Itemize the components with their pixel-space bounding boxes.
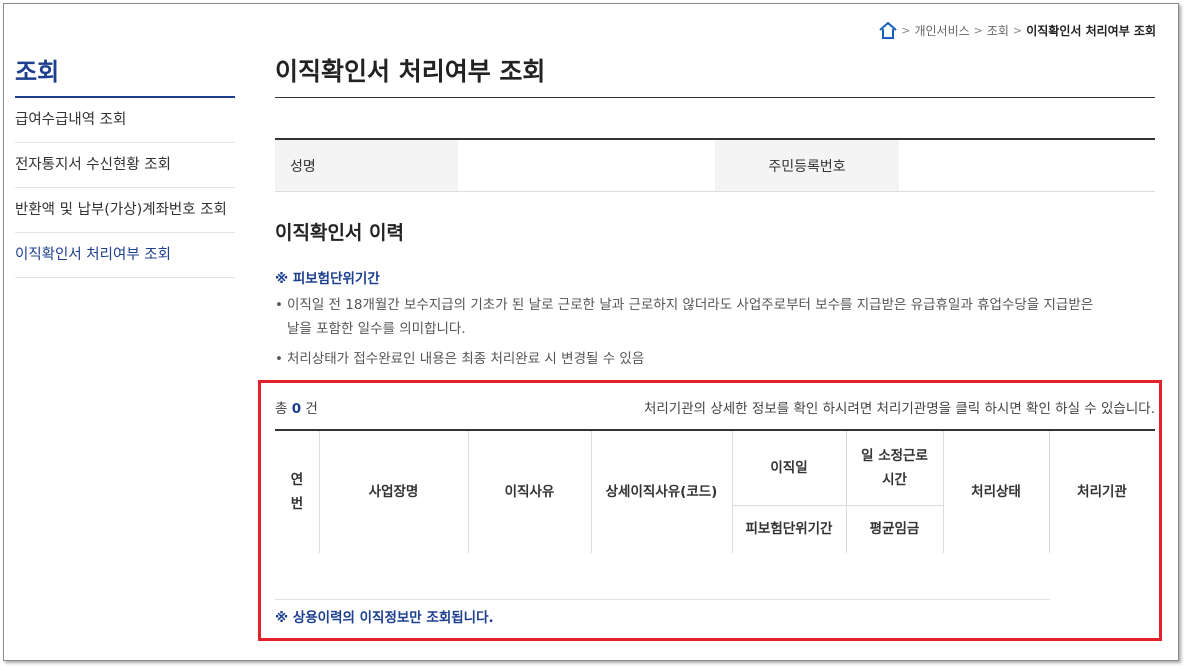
sidebar: 조회 급여수급내역 조회 전자통지서 수신현황 조회 반환액 및 납부(가상)계… (15, 56, 235, 278)
note-heading: ※ 피보험단위기간 (275, 271, 380, 287)
count-number: 0 (291, 401, 302, 417)
col-header-reason: 이직사유 (504, 484, 555, 500)
chevron-right-icon: > (973, 24, 983, 37)
sidebar-item-benefit-history[interactable]: 급여수급내역 조회 (15, 98, 235, 143)
count-suffix: 건 (305, 401, 318, 417)
personal-info-table: 성명 주민등록번호 (275, 138, 1155, 192)
sidebar-menu: 급여수급내역 조회 전자통지서 수신현황 조회 반환액 및 납부(가상)계좌번호… (15, 98, 235, 278)
breadcrumb: > 개인서비스 > 조회 > 이직확인서 처리여부 조회 (879, 21, 1156, 39)
sidebar-item-e-notice[interactable]: 전자통지서 수신현황 조회 (15, 143, 235, 188)
col-header-avg-wage: 평균임금 (869, 521, 920, 537)
col-header-agency: 처리기관 (1077, 484, 1127, 500)
col-header-no: 연 번 (290, 472, 304, 512)
col-header-company: 사업장명 (368, 484, 419, 500)
result-hint: 처리기관의 상세한 정보를 확인 하시려면 처리기관명을 클릭 하시면 확인 하… (643, 401, 1155, 417)
col-header-status: 처리상태 (971, 484, 1021, 500)
sidebar-item-refund-account[interactable]: 반환액 및 납부(가상)계좌번호 조회 (15, 188, 235, 233)
note-bullet-status: 처리상태가 접수완료인 내용은 최종 처리완료 시 변경될 수 있음 (275, 347, 1155, 371)
note-bullet-insured-period: 이직일 전 18개월간 보수지급의 기초가 된 날로 근로한 날과 근로하지 않… (275, 293, 1155, 341)
col-header-leave-date: 이직일 (770, 460, 808, 476)
name-label: 성명 (275, 140, 458, 191)
rrn-value (899, 140, 1155, 191)
history-table-header: 연 번 사업장명 이직사유 상세이직사유(코드) 이직일 일 소정근로 시간 피… (275, 429, 1155, 553)
name-value (458, 140, 715, 191)
chevron-right-icon: > (901, 24, 911, 37)
sidebar-title: 조회 (15, 56, 235, 98)
result-count: 총 0 건 (275, 397, 318, 417)
home-icon[interactable] (879, 21, 897, 39)
footer-note: ※ 상용이력의 이직정보만 조회됩니다. (275, 610, 494, 626)
table-empty-row (275, 551, 1050, 600)
result-summary: 총 0 건 처리기관의 상세한 정보를 확인 하시려면 처리기관명을 클릭 하시… (275, 396, 1155, 418)
sidebar-item-separation-status[interactable]: 이직확인서 처리여부 조회 (15, 233, 235, 278)
col-header-detail-reason: 상세이직사유(코드) (605, 484, 718, 500)
note-bullet-line1: 이직일 전 18개월간 보수지급의 기초가 된 날로 근로한 날과 근로하지 않… (287, 297, 1094, 313)
page-title: 이직확인서 처리여부 조회 (275, 56, 1155, 98)
note-bullet-line2: 날을 포함한 일수를 의미합니다. (287, 321, 466, 337)
breadcrumb-item-inquiry[interactable]: 조회 (987, 22, 1009, 39)
main-content: 이직확인서 처리여부 조회 성명 주민등록번호 이직확인서 이력 ※ 피보험단위… (275, 56, 1155, 371)
section-title: 이직확인서 이력 (275, 222, 404, 244)
breadcrumb-current: 이직확인서 처리여부 조회 (1026, 24, 1156, 38)
count-prefix: 총 (275, 401, 288, 417)
col-header-insured-period: 피보험단위기간 (745, 521, 833, 537)
col-header-work-hours: 일 소정근로 시간 (861, 448, 928, 488)
rrn-label: 주민등록번호 (715, 140, 899, 191)
breadcrumb-item-personal[interactable]: 개인서비스 (914, 22, 969, 39)
chevron-right-icon: > (1012, 24, 1023, 37)
